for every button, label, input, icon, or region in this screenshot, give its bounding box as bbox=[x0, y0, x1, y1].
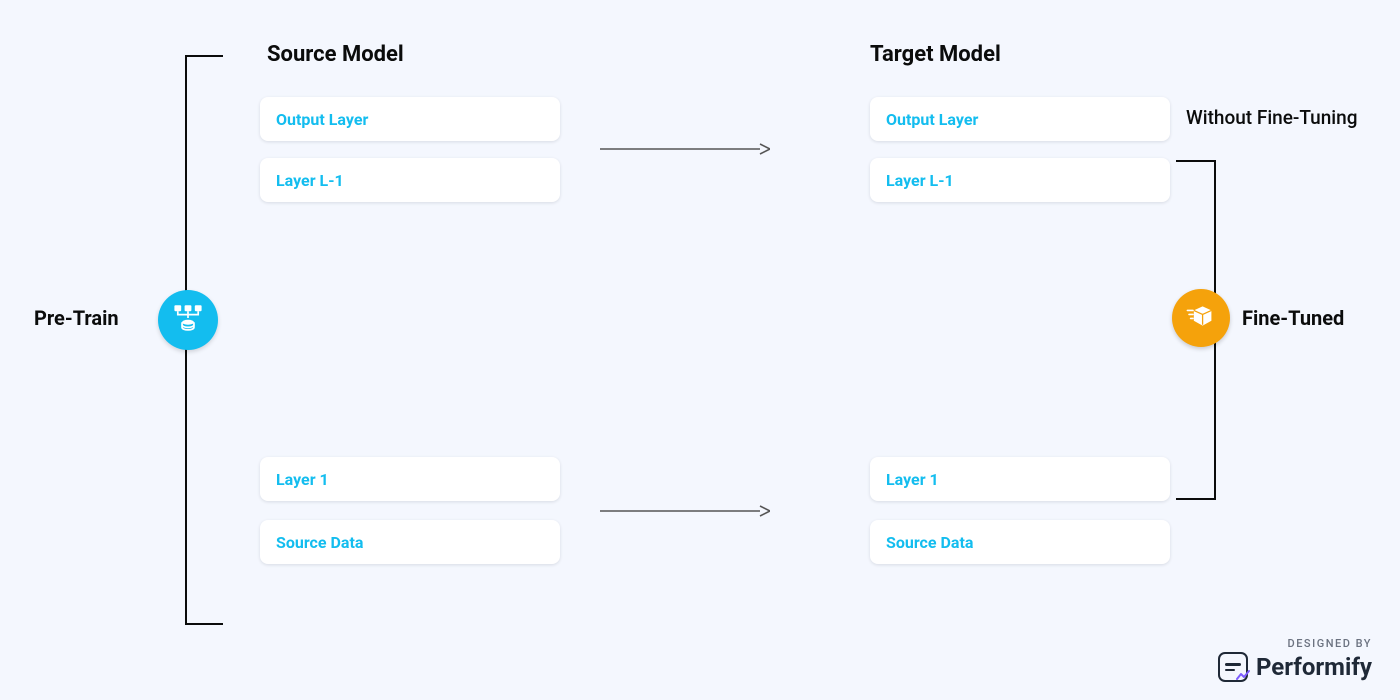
designed-by-label: DESIGNED BY bbox=[1218, 637, 1372, 650]
target-output-layer: Output Layer bbox=[870, 97, 1170, 141]
target-layer-1: Layer 1 bbox=[870, 457, 1170, 501]
target-model-title: Target Model bbox=[870, 42, 1001, 67]
source-data-box: Source Data bbox=[260, 520, 560, 564]
transfer-arrow-top bbox=[600, 142, 770, 144]
layer-label: Source Data bbox=[886, 533, 973, 552]
target-layer-lminus1: Layer L-1 bbox=[870, 158, 1170, 202]
finetuned-label: Fine-Tuned bbox=[1242, 306, 1344, 330]
layer-label: Layer L-1 bbox=[276, 171, 344, 190]
layer-label: Layer 1 bbox=[886, 470, 939, 489]
source-layer-lminus1: Layer L-1 bbox=[260, 158, 560, 202]
layer-label: Output Layer bbox=[276, 110, 368, 129]
layer-label: Source Data bbox=[276, 533, 363, 552]
network-diagram-icon bbox=[171, 301, 205, 339]
without-finetuning-label: Without Fine-Tuning bbox=[1186, 106, 1358, 129]
credit-block: DESIGNED BY Performify bbox=[1218, 637, 1372, 682]
transfer-arrow-bottom bbox=[600, 504, 770, 506]
layer-label: Layer L-1 bbox=[886, 171, 954, 190]
brand-name: Performify bbox=[1256, 653, 1372, 681]
package-speed-icon bbox=[1185, 300, 1217, 336]
source-output-layer: Output Layer bbox=[260, 97, 560, 141]
pretrain-badge bbox=[158, 290, 218, 350]
target-data-box: Source Data bbox=[870, 520, 1170, 564]
finetuned-badge bbox=[1172, 289, 1230, 347]
layer-label: Layer 1 bbox=[276, 470, 329, 489]
brand-logo-icon bbox=[1218, 652, 1248, 682]
source-model-title: Source Model bbox=[267, 42, 404, 67]
pretrain-label: Pre-Train bbox=[34, 306, 119, 330]
source-layer-1: Layer 1 bbox=[260, 457, 560, 501]
diagram-canvas: Pre-Train Source Model Target Model Outp… bbox=[0, 0, 1400, 700]
layer-label: Output Layer bbox=[886, 110, 978, 129]
brand-row: Performify bbox=[1218, 652, 1372, 682]
